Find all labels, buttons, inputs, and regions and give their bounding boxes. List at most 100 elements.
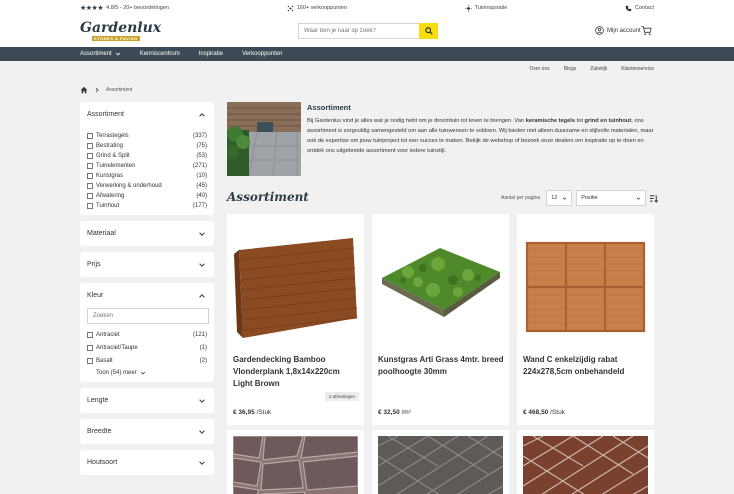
contact-link[interactable]: Contact [625, 5, 654, 12]
chevron-down-icon [140, 371, 145, 375]
product-name[interactable]: Wand C enkelzijdig rabat 224x278,5cm onb… [523, 354, 649, 378]
nav-item-assortiment[interactable]: Assortiment [80, 51, 129, 57]
product-price: € 468,50 /Stuk [523, 409, 565, 416]
product-name[interactable]: Kunstgras Arti Grass 4mtr. breed poolhoo… [378, 354, 504, 378]
intro-title: Assortiment [307, 103, 351, 112]
intro-link-grind-tuinhout[interactable]: grind en tuinhout [585, 118, 632, 124]
checkbox[interactable] [87, 133, 93, 139]
filter-header[interactable]: Lengte [80, 388, 214, 413]
show-more-button[interactable]: Toon (54) meer [80, 366, 214, 382]
option-label: Terrastegels [96, 133, 129, 139]
checkbox[interactable] [87, 203, 93, 209]
nav-item-inspiratie[interactable]: Inspiratie [199, 51, 231, 57]
checkbox[interactable] [87, 163, 93, 169]
subnav-zakelijk[interactable]: Zakelijk [590, 66, 607, 72]
product-image[interactable] [378, 220, 503, 345]
checkbox[interactable] [87, 143, 93, 149]
product-image[interactable] [378, 436, 503, 494]
option-label: Antraciet [96, 332, 120, 338]
filter-kleur: Kleur Zoeken Antraciet (121) Antraciet/Ta… [80, 283, 214, 382]
checkbox[interactable] [87, 153, 93, 159]
filter-option[interactable]: Tuinelementen (271) [87, 161, 207, 171]
breadcrumb: Assortiment [80, 86, 132, 94]
filter-option[interactable]: Grind & Split (53) [87, 151, 207, 161]
product-image[interactable] [233, 436, 358, 494]
chevron-down-icon [636, 197, 641, 200]
search-button[interactable] [419, 23, 438, 39]
logo[interactable]: Gardenlux STONES & PAVING [80, 21, 161, 41]
subnav-klantenservice[interactable]: Klantenservice [621, 66, 654, 72]
cart-button[interactable] [641, 25, 652, 38]
filter-option[interactable]: Terrastegels (337) [87, 131, 207, 141]
option-label: Afwatering [96, 193, 125, 199]
product-image[interactable] [523, 436, 648, 494]
main-nav: Assortiment Kenniscentrum Inspiratie Ver… [0, 47, 734, 61]
rating-text: 4.8/5 - 20+ beoordelingen [106, 5, 169, 11]
intro-link-keramische-tegels[interactable]: keramische tegels [526, 118, 575, 124]
cart-icon [641, 25, 652, 35]
intro-text: Bij Gardenlux vind je alles wat je nodig… [307, 116, 655, 156]
nav-item-kenniscentrum[interactable]: Kenniscentrum [140, 51, 188, 57]
product-card[interactable] [372, 430, 509, 494]
product-image[interactable] [233, 220, 358, 345]
price-unit: /Stuk [256, 409, 272, 416]
filter-header[interactable]: Assortiment [80, 102, 214, 127]
product-card[interactable]: Gardendecking Bamboo Vlonderplank 1,8x14… [227, 214, 364, 425]
option-count: (10) [196, 173, 207, 179]
filter-lengte: Lengte [80, 388, 214, 413]
listing-controls: Aantal per pagina 12 Positie [501, 190, 659, 206]
option-label: Tuinelementen [96, 163, 136, 169]
stores-info[interactable]: 160+ verkooppunten [287, 5, 347, 12]
checkbox[interactable] [87, 193, 93, 199]
search-placeholder: Zoeken [93, 313, 114, 319]
product-card[interactable]: Wand C enkelzijdig rabat 224x278,5cm onb… [517, 214, 654, 425]
filter-header[interactable]: Materiaal [80, 221, 214, 246]
product-card[interactable]: Kunstgras Arti Grass 4mtr. breed poolhoo… [372, 214, 509, 425]
filter-option[interactable]: Afwatering (40) [87, 191, 207, 201]
subnav-over-ons[interactable]: Over ons [529, 66, 549, 72]
account-link[interactable]: Mijn account [595, 26, 641, 35]
sort-direction-icon[interactable] [649, 194, 659, 203]
checkbox[interactable] [87, 183, 93, 189]
checkbox[interactable] [87, 345, 93, 351]
per-page-select[interactable]: 12 [546, 190, 573, 206]
filter-title: Materiaal [87, 230, 116, 237]
filter-option[interactable]: Antraciet/Taupe (1) [87, 343, 207, 353]
filter-option[interactable]: Antraciet (121) [87, 330, 207, 340]
price-unit: /m² [401, 409, 411, 416]
filter-header[interactable]: Prijs [80, 252, 214, 277]
filter-option[interactable]: Tuinhout (177) [87, 201, 207, 211]
inspiration-text: Tuininspiratie [474, 5, 508, 11]
color-search-input[interactable]: Zoeken [87, 308, 209, 324]
chevron-down-icon [199, 231, 205, 236]
search-icon [424, 27, 433, 35]
filter-header[interactable]: Breedte [80, 419, 214, 444]
search-bar [298, 23, 438, 39]
home-icon[interactable] [80, 86, 88, 94]
nav-item-verkooppunten[interactable]: Verkooppunten [242, 51, 290, 57]
checkbox[interactable] [87, 358, 93, 364]
option-count: (121) [192, 332, 207, 338]
filter-option[interactable]: Basalt (2) [87, 356, 207, 366]
subnav-blogs[interactable]: Blogs [564, 66, 577, 72]
price-value: € 468,50 [523, 409, 549, 416]
sort-select[interactable]: Positie [576, 190, 647, 206]
search-input[interactable] [298, 23, 419, 39]
option-label: Grind & Split [96, 153, 130, 159]
product-name[interactable]: Gardendecking Bamboo Vlonderplank 1,8x14… [233, 354, 359, 390]
option-label: Bestrating [96, 143, 124, 149]
option-label: Kunstgras [96, 173, 124, 179]
filter-option[interactable]: Kunstgras (10) [87, 171, 207, 181]
filter-option[interactable]: Verwerking & onderhoud (45) [87, 181, 207, 191]
chevron-down-icon [199, 429, 205, 434]
product-card[interactable] [517, 430, 654, 494]
filter-header[interactable]: Kleur [80, 283, 214, 308]
option-count: (45) [196, 183, 207, 189]
filter-option[interactable]: Bestrating (75) [87, 141, 207, 151]
checkbox[interactable] [87, 332, 93, 338]
product-card[interactable] [227, 430, 364, 494]
checkbox[interactable] [87, 173, 93, 179]
inspiration-info[interactable]: Tuininspiratie [464, 4, 508, 12]
filter-header[interactable]: Houtsoort [80, 450, 214, 475]
product-image[interactable] [523, 220, 648, 345]
